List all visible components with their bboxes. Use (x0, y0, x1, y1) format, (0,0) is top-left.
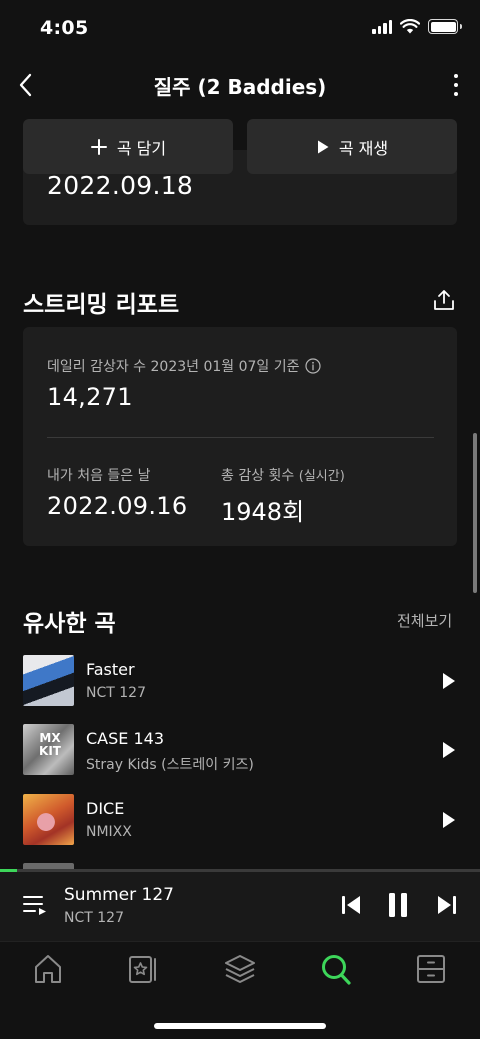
more-options-button[interactable] (450, 70, 462, 100)
play-song-label: 곡 재생 (338, 138, 389, 158)
library-icon[interactable] (127, 952, 159, 986)
scrollbar[interactable] (473, 433, 477, 593)
see-all-link[interactable]: 전체보기 (397, 610, 452, 631)
song-artist: NMIXX (86, 824, 132, 840)
report-divider (47, 437, 434, 438)
info-icon[interactable] (304, 358, 321, 374)
cellular-signal-icon (372, 19, 392, 34)
similar-song-row[interactable]: Faster NCT 127 (23, 655, 457, 707)
album-cover (23, 655, 74, 706)
song-title: DICE (86, 799, 125, 818)
total-plays-label: 총 감상 횟수 (221, 468, 295, 484)
home-indicator (154, 1023, 326, 1029)
play-icon[interactable] (441, 740, 457, 760)
status-icons (372, 19, 462, 34)
similar-song-row[interactable]: DICE NMIXX (23, 794, 457, 846)
plus-icon (90, 138, 107, 155)
daily-listeners-value: 14,271 (47, 383, 133, 411)
total-plays-label-row: 총 감상 횟수 (실시간) (221, 465, 345, 485)
pause-button[interactable] (386, 891, 410, 919)
playback-progress-track[interactable] (0, 869, 480, 872)
song-title: Faster (86, 660, 135, 679)
layers-icon[interactable] (224, 952, 256, 986)
queue-icon[interactable] (22, 893, 48, 917)
daily-listeners-label-row: 데일리 감상자 수 2023년 01월 07일 기준 (47, 356, 321, 376)
album-cover: MX KIT (23, 724, 74, 775)
now-playing-artist: NCT 127 (64, 910, 124, 926)
battery-icon (428, 19, 462, 34)
first-listen-value: 2022.09.16 (47, 492, 188, 520)
daily-listeners-label: 데일리 감상자 수 2023년 01월 07일 기준 (47, 359, 300, 375)
home-icon[interactable] (32, 952, 64, 986)
streaming-report-title: 스트리밍 리포트 (23, 292, 180, 318)
play-icon[interactable] (441, 810, 457, 830)
add-song-button[interactable]: 곡 담기 (23, 119, 233, 174)
first-listen-label: 내가 처음 들은 날 (47, 468, 151, 484)
status-time: 4:05 (40, 17, 89, 39)
search-icon[interactable] (320, 952, 352, 986)
similar-song-row[interactable]: MX KIT CASE 143 Stray Kids (스트레이 키즈) (23, 724, 457, 776)
total-plays-sublabel: (실시간) (298, 469, 345, 484)
now-playing-title: Summer 127 (64, 885, 174, 905)
album-cover-text: MX KIT (39, 731, 61, 758)
song-artist: NCT 127 (86, 685, 146, 701)
play-icon[interactable] (441, 671, 457, 691)
song-title: CASE 143 (86, 729, 165, 748)
previous-track-button[interactable] (340, 891, 362, 919)
next-track-button[interactable] (436, 891, 458, 919)
storage-icon[interactable] (415, 952, 447, 986)
share-icon[interactable] (432, 288, 456, 312)
similar-songs-title: 유사한 곡 (23, 611, 116, 637)
wifi-icon (400, 19, 420, 34)
song-artist: Stray Kids (스트레이 키즈) (86, 757, 254, 773)
page-title: 질주 (2 Baddies) (153, 75, 327, 99)
play-song-button[interactable]: 곡 재생 (247, 119, 457, 174)
total-plays-value: 1948회 (221, 498, 305, 526)
add-song-label: 곡 담기 (116, 138, 167, 158)
album-cover (23, 794, 74, 845)
play-icon (317, 140, 329, 153)
previous-card-value: 2022.09.18 (47, 171, 194, 200)
playback-progress-fill (0, 869, 17, 872)
